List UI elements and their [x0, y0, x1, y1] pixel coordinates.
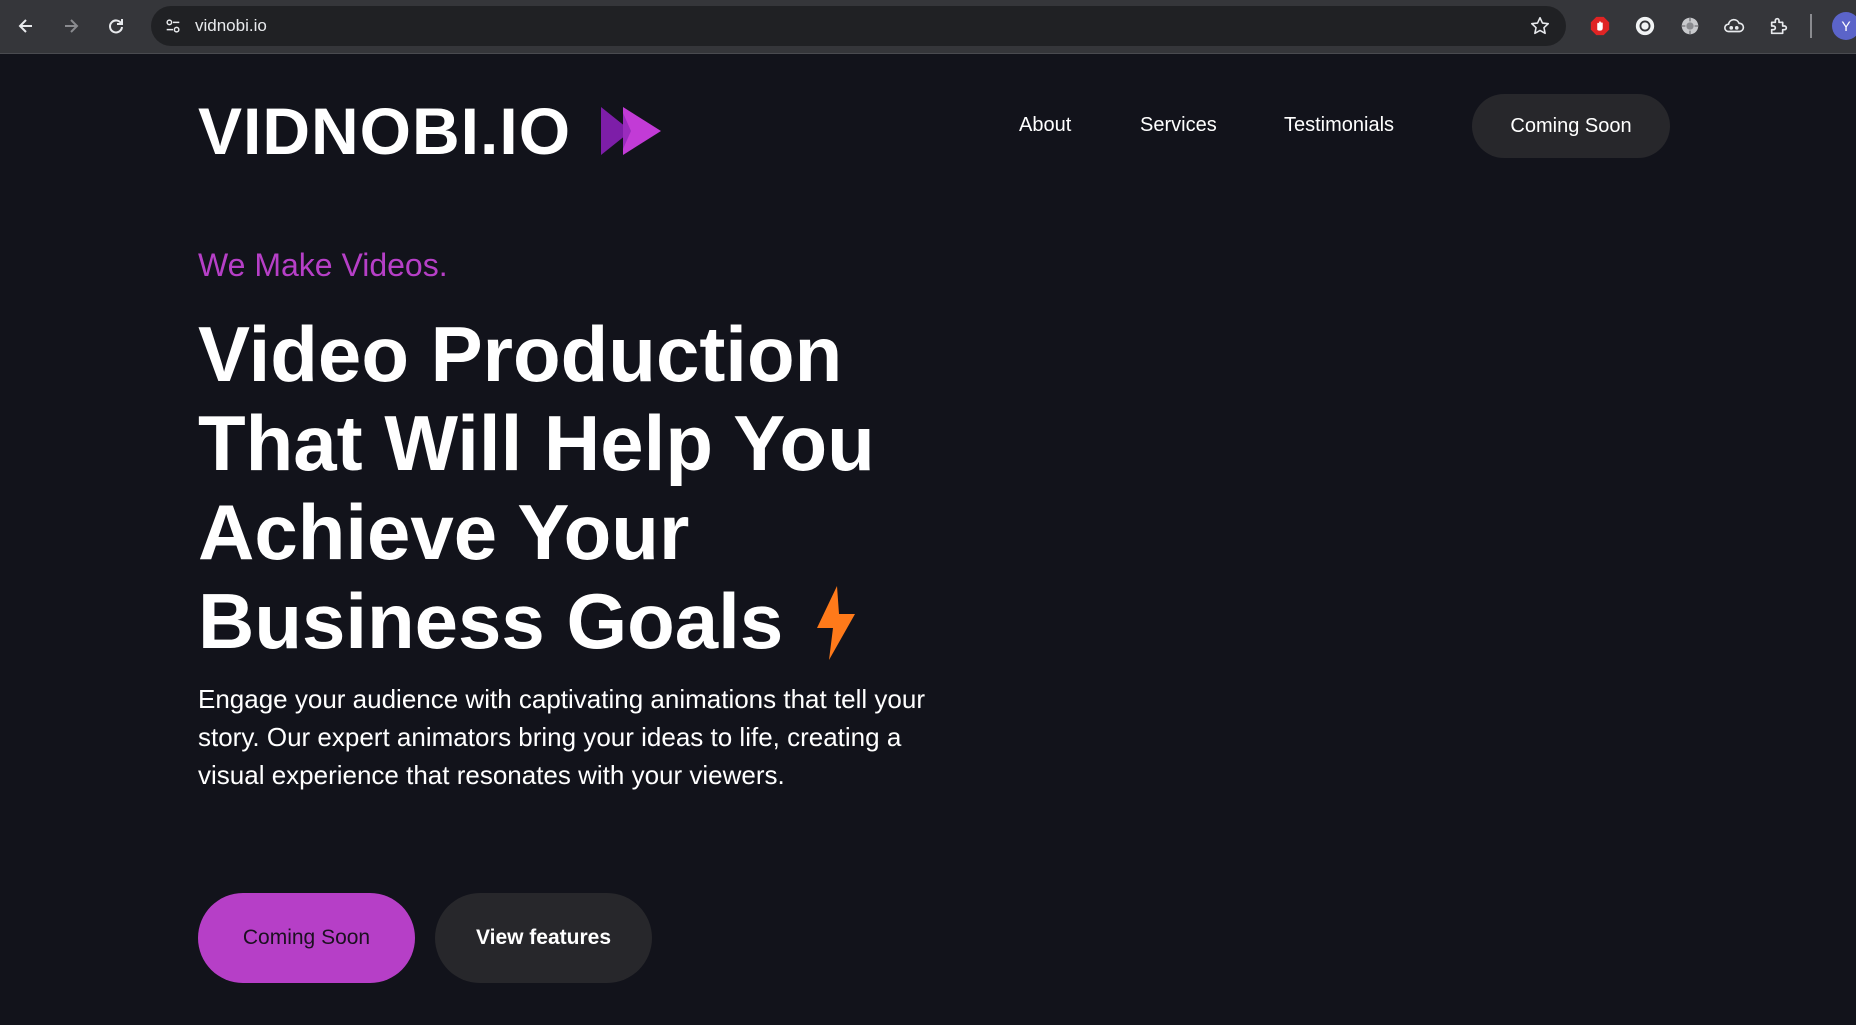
play-arrows-logo-icon — [601, 107, 662, 155]
headline-line: Video Production — [198, 310, 843, 398]
bookmark-star-icon[interactable] — [1528, 14, 1552, 38]
forward-arrow-icon — [65, 19, 79, 33]
site-logo[interactable]: VIDNOBI.IO — [198, 93, 663, 169]
profile-avatar[interactable]: Y — [1832, 12, 1856, 40]
coming-soon-button[interactable]: Coming Soon — [198, 893, 415, 983]
headline-last-line: Business Goals — [198, 577, 998, 666]
reload-icon — [109, 19, 123, 34]
hero-eyebrow: We Make Videos. — [198, 247, 448, 283]
nav-link-testimonials[interactable]: Testimonials — [1284, 114, 1394, 137]
url-text[interactable]: vidnobi.io — [195, 16, 267, 36]
headline-line: Achieve Your — [198, 488, 690, 576]
forward-button[interactable] — [55, 10, 87, 42]
headline-line: Business Goals — [198, 577, 784, 665]
toolbar-divider — [1810, 14, 1812, 38]
browser-toolbar: vidnobi.io Y — [0, 0, 1856, 54]
adblock-icon[interactable] — [1587, 13, 1613, 39]
extensions-puzzle-icon[interactable] — [1766, 13, 1792, 39]
page-viewport: VIDNOBI.IO About Services Testimonials C… — [0, 55, 1856, 1025]
nav-link-services[interactable]: Services — [1140, 114, 1217, 137]
nav-coming-soon-button[interactable]: Coming Soon — [1472, 94, 1670, 158]
view-features-button[interactable]: View features — [435, 893, 652, 983]
logo-text: VIDNOBI.IO — [198, 94, 572, 168]
site-info-icon[interactable] — [159, 12, 187, 40]
back-button[interactable] — [10, 10, 42, 42]
nav-link-about[interactable]: About — [1019, 114, 1071, 137]
back-arrow-icon — [18, 19, 32, 33]
main-nav: About Services Testimonials Coming Soon — [1000, 94, 1670, 158]
extension-cloud-icon[interactable] — [1721, 13, 1747, 39]
address-bar[interactable]: vidnobi.io — [151, 6, 1566, 46]
headline-line: That Will Help You — [198, 399, 875, 487]
extension-gear-icon[interactable] — [1677, 13, 1703, 39]
hero-headline: Video Production That Will Help You Achi… — [198, 310, 998, 666]
hero-description: Engage your audience with captivating an… — [198, 684, 925, 790]
extension-circle-icon[interactable] — [1632, 13, 1658, 39]
lightning-bolt-icon — [817, 586, 856, 660]
reload-button[interactable] — [100, 10, 132, 42]
